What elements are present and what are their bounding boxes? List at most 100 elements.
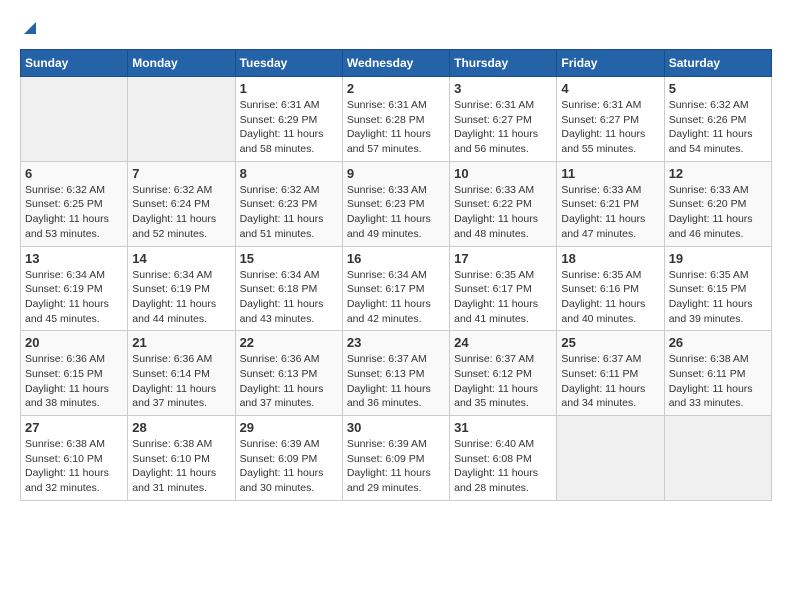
calendar-cell: 24 Sunrise: 6:37 AMSunset: 6:12 PMDayligh… (450, 331, 557, 416)
day-number: 17 (454, 251, 552, 266)
calendar-cell: 28 Sunrise: 6:38 AMSunset: 6:10 PMDayligh… (128, 416, 235, 501)
day-number: 3 (454, 81, 552, 96)
calendar-week-0: 1Sunrise: 6:31 AMSunset: 6:29 PMDaylight… (21, 77, 772, 162)
day-info: Sunrise: 6:33 AMSunset: 6:23 PMDaylight:… (347, 183, 445, 242)
day-number: 12 (669, 166, 767, 181)
calendar-cell: 14Sunrise: 6:34 AMSunset: 6:19 PMDayligh… (128, 246, 235, 331)
header-cell-saturday: Saturday (664, 50, 771, 77)
day-number: 8 (240, 166, 338, 181)
calendar-cell: 11 Sunrise: 6:33 AMSunset: 6:21 PMDayligh… (557, 161, 664, 246)
calendar-cell (557, 416, 664, 501)
day-number: 18 (561, 251, 659, 266)
day-info: Sunrise: 6:32 AMSunset: 6:26 PMDaylight:… (669, 98, 767, 157)
day-number: 5 (669, 81, 767, 96)
calendar-cell: 27Sunrise: 6:38 AMSunset: 6:10 PMDayligh… (21, 416, 128, 501)
calendar-cell: 17 Sunrise: 6:35 AMSunset: 6:17 PMDayligh… (450, 246, 557, 331)
day-number: 13 (25, 251, 123, 266)
day-info: Sunrise: 6:32 AMSunset: 6:23 PMDaylight:… (240, 183, 338, 242)
calendar-cell: 23 Sunrise: 6:37 AMSunset: 6:13 PMDayligh… (342, 331, 449, 416)
day-number: 26 (669, 335, 767, 350)
day-info: Sunrise: 6:33 AMSunset: 6:22 PMDaylight:… (454, 183, 552, 242)
header (20, 20, 772, 41)
day-number: 30 (347, 420, 445, 435)
calendar-week-4: 27Sunrise: 6:38 AMSunset: 6:10 PMDayligh… (21, 416, 772, 501)
calendar-cell (21, 77, 128, 162)
calendar-cell: 13 Sunrise: 6:34 AMSunset: 6:19 PMDayligh… (21, 246, 128, 331)
day-info: Sunrise: 6:36 AMSunset: 6:13 PMDaylight:… (240, 352, 338, 411)
day-info: Sunrise: 6:39 AMSunset: 6:09 PMDaylight:… (240, 437, 338, 496)
day-number: 20 (25, 335, 123, 350)
calendar-cell: 8 Sunrise: 6:32 AMSunset: 6:23 PMDaylight… (235, 161, 342, 246)
calendar-cell: 5 Sunrise: 6:32 AMSunset: 6:26 PMDaylight… (664, 77, 771, 162)
calendar-cell: 20Sunrise: 6:36 AMSunset: 6:15 PMDayligh… (21, 331, 128, 416)
day-info: Sunrise: 6:31 AMSunset: 6:27 PMDaylight:… (454, 98, 552, 157)
day-info: Sunrise: 6:37 AMSunset: 6:11 PMDaylight:… (561, 352, 659, 411)
day-number: 31 (454, 420, 552, 435)
day-info: Sunrise: 6:39 AMSunset: 6:09 PMDaylight:… (347, 437, 445, 496)
day-info: Sunrise: 6:32 AMSunset: 6:24 PMDaylight:… (132, 183, 230, 242)
calendar-cell: 26 Sunrise: 6:38 AMSunset: 6:11 PMDayligh… (664, 331, 771, 416)
day-number: 19 (669, 251, 767, 266)
calendar-header: SundayMondayTuesdayWednesdayThursdayFrid… (21, 50, 772, 77)
day-number: 16 (347, 251, 445, 266)
day-info: Sunrise: 6:31 AMSunset: 6:28 PMDaylight:… (347, 98, 445, 157)
day-number: 24 (454, 335, 552, 350)
day-info: Sunrise: 6:32 AMSunset: 6:25 PMDaylight:… (25, 183, 123, 242)
logo-icon (22, 20, 38, 36)
day-number: 4 (561, 81, 659, 96)
day-number: 23 (347, 335, 445, 350)
calendar-cell: 21 Sunrise: 6:36 AMSunset: 6:14 PMDayligh… (128, 331, 235, 416)
day-info: Sunrise: 6:33 AMSunset: 6:21 PMDaylight:… (561, 183, 659, 242)
day-number: 2 (347, 81, 445, 96)
day-number: 25 (561, 335, 659, 350)
calendar-cell: 6 Sunrise: 6:32 AMSunset: 6:25 PMDaylight… (21, 161, 128, 246)
day-info: Sunrise: 6:38 AMSunset: 6:10 PMDaylight:… (132, 437, 230, 496)
day-info: Sunrise: 6:35 AMSunset: 6:15 PMDaylight:… (669, 268, 767, 327)
calendar-cell: 9 Sunrise: 6:33 AMSunset: 6:23 PMDaylight… (342, 161, 449, 246)
calendar-week-2: 13 Sunrise: 6:34 AMSunset: 6:19 PMDayligh… (21, 246, 772, 331)
day-info: Sunrise: 6:36 AMSunset: 6:14 PMDaylight:… (132, 352, 230, 411)
calendar-cell: 30 Sunrise: 6:39 AMSunset: 6:09 PMDayligh… (342, 416, 449, 501)
day-number: 21 (132, 335, 230, 350)
day-info: Sunrise: 6:37 AMSunset: 6:12 PMDaylight:… (454, 352, 552, 411)
day-info: Sunrise: 6:37 AMSunset: 6:13 PMDaylight:… (347, 352, 445, 411)
day-info: Sunrise: 6:35 AMSunset: 6:16 PMDaylight:… (561, 268, 659, 327)
day-info: Sunrise: 6:34 AMSunset: 6:18 PMDaylight:… (240, 268, 338, 327)
day-info: Sunrise: 6:38 AMSunset: 6:11 PMDaylight:… (669, 352, 767, 411)
header-cell-tuesday: Tuesday (235, 50, 342, 77)
day-info: Sunrise: 6:31 AMSunset: 6:29 PMDaylight:… (240, 98, 338, 157)
day-info: Sunrise: 6:33 AMSunset: 6:20 PMDaylight:… (669, 183, 767, 242)
calendar-cell: 12 Sunrise: 6:33 AMSunset: 6:20 PMDayligh… (664, 161, 771, 246)
day-number: 11 (561, 166, 659, 181)
calendar-week-3: 20Sunrise: 6:36 AMSunset: 6:15 PMDayligh… (21, 331, 772, 416)
calendar-cell: 10 Sunrise: 6:33 AMSunset: 6:22 PMDayligh… (450, 161, 557, 246)
day-info: Sunrise: 6:31 AMSunset: 6:27 PMDaylight:… (561, 98, 659, 157)
header-cell-sunday: Sunday (21, 50, 128, 77)
day-number: 29 (240, 420, 338, 435)
calendar-cell: 3 Sunrise: 6:31 AMSunset: 6:27 PMDaylight… (450, 77, 557, 162)
day-info: Sunrise: 6:34 AMSunset: 6:19 PMDaylight:… (132, 268, 230, 327)
header-cell-thursday: Thursday (450, 50, 557, 77)
day-number: 10 (454, 166, 552, 181)
day-number: 6 (25, 166, 123, 181)
calendar-cell: 22Sunrise: 6:36 AMSunset: 6:13 PMDayligh… (235, 331, 342, 416)
day-number: 7 (132, 166, 230, 181)
calendar-week-1: 6 Sunrise: 6:32 AMSunset: 6:25 PMDaylight… (21, 161, 772, 246)
header-cell-monday: Monday (128, 50, 235, 77)
day-info: Sunrise: 6:34 AMSunset: 6:17 PMDaylight:… (347, 268, 445, 327)
calendar-cell: 2 Sunrise: 6:31 AMSunset: 6:28 PMDaylight… (342, 77, 449, 162)
calendar-cell: 18 Sunrise: 6:35 AMSunset: 6:16 PMDayligh… (557, 246, 664, 331)
calendar-cell: 16 Sunrise: 6:34 AMSunset: 6:17 PMDayligh… (342, 246, 449, 331)
calendar-cell: 19 Sunrise: 6:35 AMSunset: 6:15 PMDayligh… (664, 246, 771, 331)
calendar-cell: 25 Sunrise: 6:37 AMSunset: 6:11 PMDayligh… (557, 331, 664, 416)
calendar-cell: 29 Sunrise: 6:39 AMSunset: 6:09 PMDayligh… (235, 416, 342, 501)
calendar-cell: 4 Sunrise: 6:31 AMSunset: 6:27 PMDaylight… (557, 77, 664, 162)
calendar-cell (128, 77, 235, 162)
day-number: 9 (347, 166, 445, 181)
day-info: Sunrise: 6:34 AMSunset: 6:19 PMDaylight:… (25, 268, 123, 327)
day-info: Sunrise: 6:35 AMSunset: 6:17 PMDaylight:… (454, 268, 552, 327)
calendar-table: SundayMondayTuesdayWednesdayThursdayFrid… (20, 49, 772, 501)
logo (20, 20, 38, 41)
day-number: 28 (132, 420, 230, 435)
day-info: Sunrise: 6:40 AMSunset: 6:08 PMDaylight:… (454, 437, 552, 496)
